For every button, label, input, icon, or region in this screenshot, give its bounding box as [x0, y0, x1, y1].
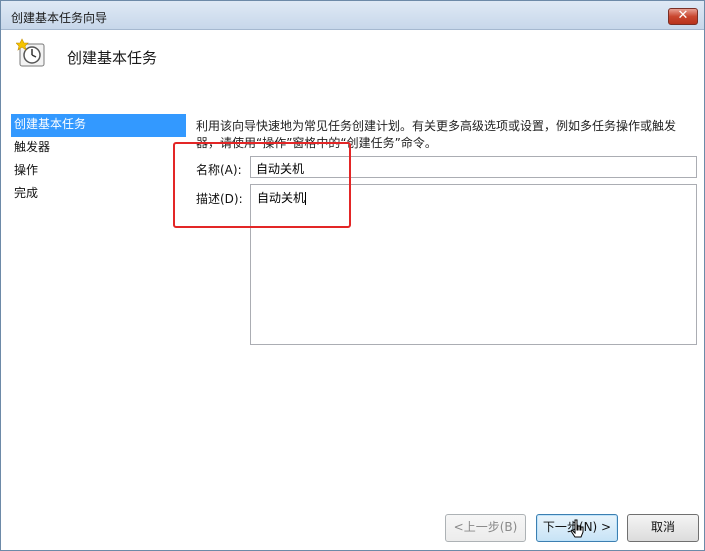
close-button[interactable]: ✕ — [668, 8, 698, 25]
wizard-window: 创建基本任务向导 ✕ 创建基本任务 创建基本任务 触发器 操作 完成 利用该向导… — [0, 0, 705, 551]
wizard-steps: 创建基本任务 触发器 操作 完成 — [11, 114, 186, 206]
step-trigger[interactable]: 触发器 — [11, 137, 186, 160]
back-button[interactable]: <上一步(B) — [445, 514, 526, 542]
window-title: 创建基本任务向导 — [11, 11, 108, 25]
title-bar[interactable]: 创建基本任务向导 ✕ — [1, 1, 704, 30]
step-finish[interactable]: 完成 — [11, 183, 186, 206]
step-create-basic-task[interactable]: 创建基本任务 — [11, 114, 186, 137]
page-title: 创建基本任务 — [67, 49, 158, 67]
task-clock-icon — [16, 38, 45, 67]
close-icon: ✕ — [677, 8, 689, 23]
wizard-header: 创建基本任务 — [2, 31, 703, 111]
cancel-button[interactable]: 取消 — [627, 514, 699, 542]
step-action[interactable]: 操作 — [11, 160, 186, 183]
mouse-cursor-icon — [571, 519, 584, 538]
annotation-highlight-box — [173, 142, 351, 228]
